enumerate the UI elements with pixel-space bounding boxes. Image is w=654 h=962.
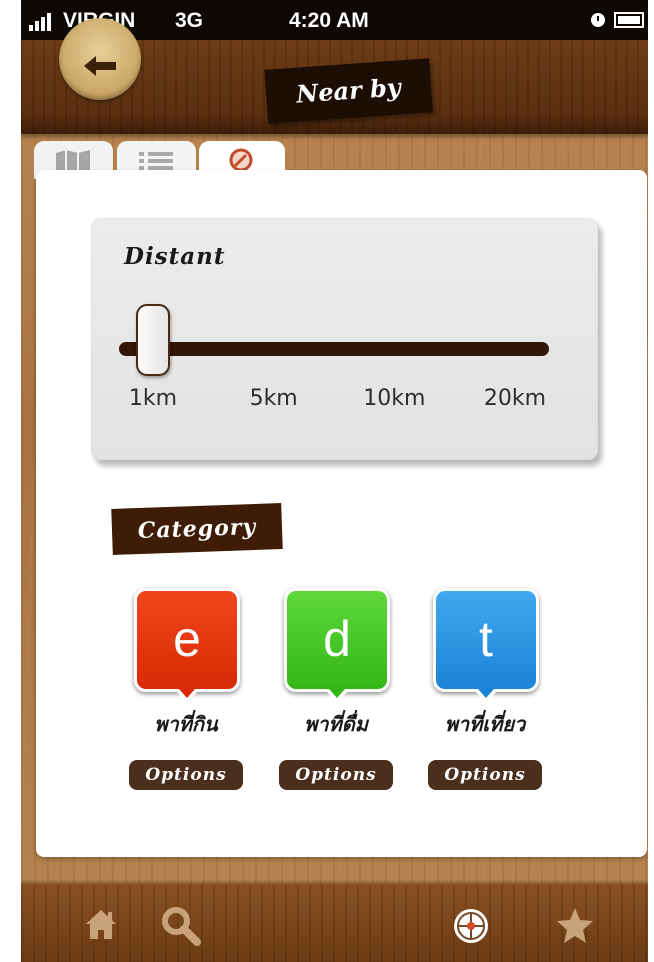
distance-slider-track[interactable] bbox=[119, 342, 549, 356]
locate-button[interactable] bbox=[449, 904, 493, 948]
category-eat-tile[interactable]: e bbox=[134, 588, 240, 703]
status-time: 4:20 AM bbox=[289, 9, 369, 32]
eat-options-button[interactable]: Options bbox=[129, 760, 243, 790]
category-eat-name: พาที่กิน bbox=[154, 712, 218, 736]
network-type: 3G bbox=[175, 9, 204, 32]
page-title: Near by bbox=[295, 72, 402, 109]
category-travel-name: พาที่เที่ยว bbox=[444, 712, 526, 736]
bottom-nav-bar bbox=[21, 884, 648, 962]
category-label: Category bbox=[137, 513, 257, 545]
drink-options-button[interactable]: Options bbox=[279, 760, 393, 790]
home-button[interactable] bbox=[81, 904, 125, 948]
back-button[interactable] bbox=[59, 18, 141, 100]
app-screen: VIRGIN 3G 4:20 AM Near by bbox=[21, 0, 648, 962]
category-drink-letter: d bbox=[323, 611, 351, 667]
distance-slider-handle[interactable] bbox=[136, 304, 170, 376]
distance-option-5km[interactable]: 5km bbox=[250, 386, 298, 411]
home-icon bbox=[86, 910, 116, 939]
list-icon bbox=[139, 152, 173, 170]
category-drink-tile[interactable]: d bbox=[284, 588, 390, 703]
category-drink: d พาที่ดื่ม Options bbox=[279, 588, 394, 798]
search-button[interactable] bbox=[159, 904, 203, 948]
back-arrow-icon bbox=[84, 56, 116, 76]
distance-label: Distant bbox=[124, 243, 226, 270]
search-icon bbox=[162, 907, 201, 946]
alarm-icon bbox=[591, 13, 605, 27]
content-card: Distant 1km 5km 10km 20km Category e พาท… bbox=[36, 170, 647, 857]
category-eat-letter: e bbox=[173, 611, 201, 667]
distance-option-10km[interactable]: 10km bbox=[363, 386, 425, 411]
category-travel-letter: t bbox=[479, 611, 493, 667]
battery-icon bbox=[614, 12, 644, 28]
header-bar: Near by bbox=[21, 18, 648, 134]
category-eat: e พาที่กิน Options bbox=[129, 588, 244, 798]
locate-icon bbox=[454, 909, 488, 943]
category-drink-name: พาที่ดื่ม bbox=[304, 712, 368, 736]
favorite-icon bbox=[557, 908, 593, 943]
category-travel-tile[interactable]: t bbox=[433, 588, 539, 703]
distance-panel: Distant 1km 5km 10km 20km bbox=[91, 218, 598, 460]
favorite-button[interactable] bbox=[553, 904, 597, 948]
distance-option-20km[interactable]: 20km bbox=[484, 386, 546, 411]
category-travel: t พาที่เที่ยว Options bbox=[428, 588, 543, 798]
category-plaque: Category bbox=[111, 503, 283, 555]
travel-options-button[interactable]: Options bbox=[428, 760, 542, 790]
distance-option-1km[interactable]: 1km bbox=[129, 386, 177, 411]
title-plaque: Near by bbox=[264, 58, 433, 124]
